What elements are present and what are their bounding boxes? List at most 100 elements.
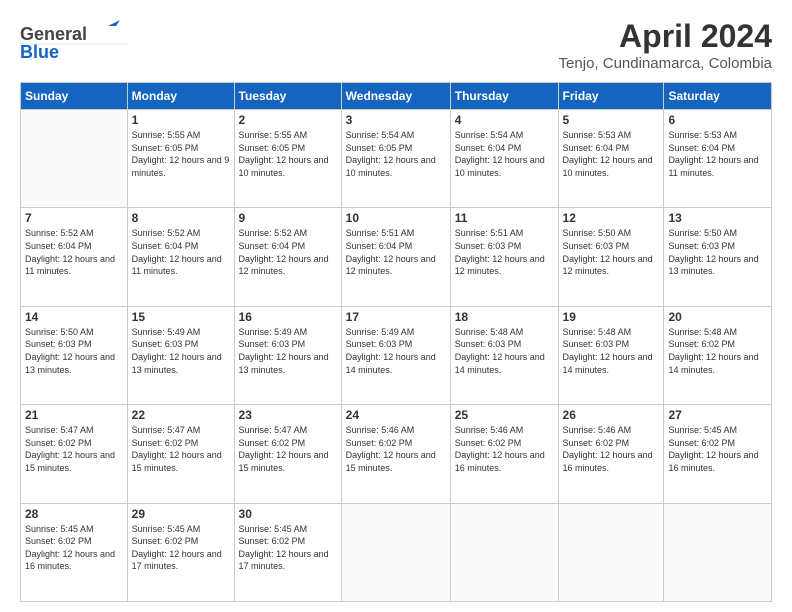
day-info: Sunrise: 5:51 AM Sunset: 6:03 PM Dayligh… [455,227,554,277]
day-number: 7 [25,211,123,225]
day-number: 27 [668,408,767,422]
subtitle: Tenjo, Cundinamarca, Colombia [559,55,772,72]
day-number: 17 [346,310,446,324]
weekday-header-row: Sunday Monday Tuesday Wednesday Thursday… [21,83,772,110]
day-info: Sunrise: 5:45 AM Sunset: 6:02 PM Dayligh… [25,523,123,573]
logo: General Blue [20,18,130,63]
day-info: Sunrise: 5:55 AM Sunset: 6:05 PM Dayligh… [132,129,230,179]
table-cell: 19 Sunrise: 5:48 AM Sunset: 6:03 PM Dayli… [558,306,664,404]
day-number: 25 [455,408,554,422]
table-cell: 18 Sunrise: 5:48 AM Sunset: 6:03 PM Dayli… [450,306,558,404]
day-number: 20 [668,310,767,324]
header-sunday: Sunday [21,83,128,110]
day-number: 14 [25,310,123,324]
day-info: Sunrise: 5:52 AM Sunset: 6:04 PM Dayligh… [239,227,337,277]
day-number: 18 [455,310,554,324]
day-info: Sunrise: 5:45 AM Sunset: 6:02 PM Dayligh… [239,523,337,573]
day-number: 11 [455,211,554,225]
table-cell: 16Sunrise: 5:49 AM Sunset: 6:03 PM Dayli… [234,306,341,404]
day-info: Sunrise: 5:52 AM Sunset: 6:04 PM Dayligh… [132,227,230,277]
table-cell: 4 Sunrise: 5:54 AM Sunset: 6:04 PM Daylig… [450,110,558,208]
table-cell: 17Sunrise: 5:49 AM Sunset: 6:03 PM Dayli… [341,306,450,404]
day-info: Sunrise: 5:46 AM Sunset: 6:02 PM Dayligh… [346,424,446,474]
day-info: Sunrise: 5:50 AM Sunset: 6:03 PM Dayligh… [25,326,123,376]
day-info: Sunrise: 5:50 AM Sunset: 6:03 PM Dayligh… [563,227,660,277]
day-number: 2 [239,113,337,127]
day-info: Sunrise: 5:47 AM Sunset: 6:02 PM Dayligh… [239,424,337,474]
table-cell [664,503,772,601]
day-number: 5 [563,113,660,127]
header-tuesday: Tuesday [234,83,341,110]
day-info: Sunrise: 5:53 AM Sunset: 6:04 PM Dayligh… [563,129,660,179]
day-info: Sunrise: 5:45 AM Sunset: 6:02 PM Dayligh… [132,523,230,573]
table-cell [558,503,664,601]
table-cell: 27 Sunrise: 5:45 AM Sunset: 6:02 PM Dayli… [664,405,772,503]
day-info: Sunrise: 5:54 AM Sunset: 6:05 PM Dayligh… [346,129,446,179]
title-section: April 2024 Tenjo, Cundinamarca, Colombia [559,18,772,72]
table-cell: 30 Sunrise: 5:45 AM Sunset: 6:02 PM Dayli… [234,503,341,601]
table-cell: 20 Sunrise: 5:48 AM Sunset: 6:02 PM Dayli… [664,306,772,404]
svg-text:Blue: Blue [20,42,59,62]
table-cell: 29Sunrise: 5:45 AM Sunset: 6:02 PM Dayli… [127,503,234,601]
table-cell [450,503,558,601]
header: General Blue April 2024 Tenjo, Cundinama… [20,18,772,72]
day-info: Sunrise: 5:47 AM Sunset: 6:02 PM Dayligh… [132,424,230,474]
day-info: Sunrise: 5:48 AM Sunset: 6:03 PM Dayligh… [455,326,554,376]
day-number: 3 [346,113,446,127]
table-cell: 11 Sunrise: 5:51 AM Sunset: 6:03 PM Dayli… [450,208,558,306]
table-cell: 13 Sunrise: 5:50 AM Sunset: 6:03 PM Dayli… [664,208,772,306]
day-number: 22 [132,408,230,422]
day-number: 4 [455,113,554,127]
table-cell: 12 Sunrise: 5:50 AM Sunset: 6:03 PM Dayli… [558,208,664,306]
table-row: 7 Sunrise: 5:52 AM Sunset: 6:04 PM Daylig… [21,208,772,306]
day-info: Sunrise: 5:53 AM Sunset: 6:04 PM Dayligh… [668,129,767,179]
day-info: Sunrise: 5:52 AM Sunset: 6:04 PM Dayligh… [25,227,123,277]
day-number: 23 [239,408,337,422]
table-row: 1Sunrise: 5:55 AM Sunset: 6:05 PM Daylig… [21,110,772,208]
header-saturday: Saturday [664,83,772,110]
day-number: 13 [668,211,767,225]
calendar-table: Sunday Monday Tuesday Wednesday Thursday… [20,82,772,602]
table-cell: 26Sunrise: 5:46 AM Sunset: 6:02 PM Dayli… [558,405,664,503]
day-info: Sunrise: 5:50 AM Sunset: 6:03 PM Dayligh… [668,227,767,277]
table-cell: 9 Sunrise: 5:52 AM Sunset: 6:04 PM Daylig… [234,208,341,306]
table-row: 28Sunrise: 5:45 AM Sunset: 6:02 PM Dayli… [21,503,772,601]
table-cell: 1Sunrise: 5:55 AM Sunset: 6:05 PM Daylig… [127,110,234,208]
day-info: Sunrise: 5:48 AM Sunset: 6:02 PM Dayligh… [668,326,767,376]
table-cell: 2Sunrise: 5:55 AM Sunset: 6:05 PM Daylig… [234,110,341,208]
table-cell: 15Sunrise: 5:49 AM Sunset: 6:03 PM Dayli… [127,306,234,404]
day-info: Sunrise: 5:48 AM Sunset: 6:03 PM Dayligh… [563,326,660,376]
table-row: 14 Sunrise: 5:50 AM Sunset: 6:03 PM Dayli… [21,306,772,404]
table-row: 21 Sunrise: 5:47 AM Sunset: 6:02 PM Dayli… [21,405,772,503]
day-number: 21 [25,408,123,422]
header-monday: Monday [127,83,234,110]
day-info: Sunrise: 5:46 AM Sunset: 6:02 PM Dayligh… [563,424,660,474]
day-info: Sunrise: 5:46 AM Sunset: 6:02 PM Dayligh… [455,424,554,474]
table-cell: 21Sunrise: 5:47 AM Sunset: 6:02 PM Dayli… [21,405,128,503]
table-cell: 8Sunrise: 5:52 AM Sunset: 6:04 PM Daylig… [127,208,234,306]
day-number: 6 [668,113,767,127]
logo-image: General Blue [20,18,130,63]
table-cell: 6 Sunrise: 5:53 AM Sunset: 6:04 PM Daylig… [664,110,772,208]
calendar-body: 1Sunrise: 5:55 AM Sunset: 6:05 PM Daylig… [21,110,772,602]
table-cell: 23 Sunrise: 5:47 AM Sunset: 6:02 PM Dayli… [234,405,341,503]
table-cell: 28Sunrise: 5:45 AM Sunset: 6:02 PM Dayli… [21,503,128,601]
table-cell: 22 Sunrise: 5:47 AM Sunset: 6:02 PM Dayli… [127,405,234,503]
day-number: 30 [239,507,337,521]
day-info: Sunrise: 5:45 AM Sunset: 6:02 PM Dayligh… [668,424,767,474]
header-thursday: Thursday [450,83,558,110]
table-cell: 3 Sunrise: 5:54 AM Sunset: 6:05 PM Daylig… [341,110,450,208]
header-wednesday: Wednesday [341,83,450,110]
table-cell [341,503,450,601]
page: General Blue April 2024 Tenjo, Cundinama… [0,0,792,612]
header-friday: Friday [558,83,664,110]
day-number: 19 [563,310,660,324]
day-info: Sunrise: 5:54 AM Sunset: 6:04 PM Dayligh… [455,129,554,179]
day-info: Sunrise: 5:51 AM Sunset: 6:04 PM Dayligh… [346,227,446,277]
day-number: 24 [346,408,446,422]
day-number: 9 [239,211,337,225]
table-cell: 24 Sunrise: 5:46 AM Sunset: 6:02 PM Dayli… [341,405,450,503]
day-number: 12 [563,211,660,225]
table-cell: 7 Sunrise: 5:52 AM Sunset: 6:04 PM Daylig… [21,208,128,306]
month-title: April 2024 [559,18,772,55]
